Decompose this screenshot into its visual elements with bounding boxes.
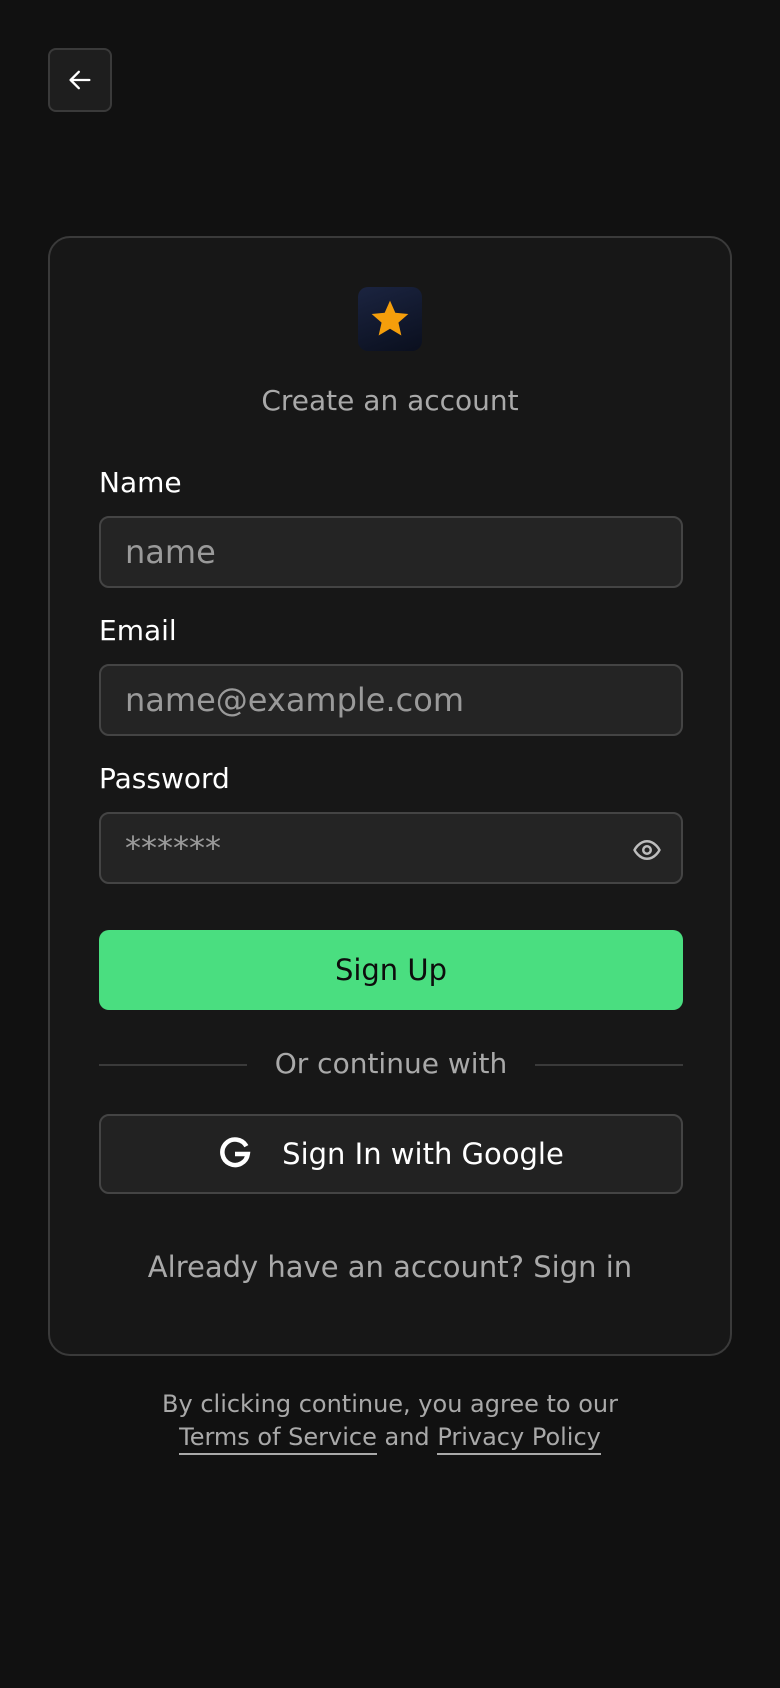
- email-field-wrapper: [99, 664, 683, 736]
- google-button-label: Sign In with Google: [282, 1137, 564, 1171]
- name-label: Name: [99, 466, 182, 499]
- arrow-left-icon: [69, 70, 91, 90]
- password-label: Password: [99, 762, 230, 795]
- app-logo: [358, 287, 422, 351]
- legal-links: Terms of Service and Privacy Policy: [0, 1421, 780, 1455]
- signup-card: Create an account Name Email Password Si…: [48, 236, 732, 1356]
- password-input[interactable]: [125, 829, 657, 867]
- name-field-wrapper: [99, 516, 683, 588]
- page-subtitle: Create an account: [261, 384, 519, 417]
- sign-up-button[interactable]: Sign Up: [99, 930, 683, 1010]
- email-label: Email: [99, 614, 177, 647]
- terms-of-service-link[interactable]: Terms of Service: [179, 1423, 377, 1455]
- email-input[interactable]: [125, 681, 657, 719]
- back-button[interactable]: [48, 48, 112, 112]
- privacy-policy-link[interactable]: Privacy Policy: [437, 1423, 601, 1455]
- name-input[interactable]: [125, 533, 657, 571]
- divider: Or continue with: [99, 1044, 683, 1084]
- divider-line-right: [535, 1064, 683, 1066]
- google-icon: [220, 1137, 251, 1168]
- signup-page: Create an account Name Email Password Si…: [0, 0, 780, 1688]
- password-field-wrapper: [99, 812, 683, 884]
- password-visibility-toggle[interactable]: [631, 834, 663, 866]
- eye-icon: [633, 840, 661, 860]
- legal-and: and: [384, 1423, 430, 1451]
- legal-line: By clicking continue, you agree to our: [162, 1390, 618, 1418]
- google-sign-in-button[interactable]: Sign In with Google: [99, 1114, 683, 1194]
- legal-notice: By clicking continue, you agree to our T…: [0, 1388, 780, 1455]
- sign-in-prompt: Already have an account? Sign in: [50, 1250, 730, 1284]
- sign-in-link[interactable]: Sign in: [533, 1250, 632, 1284]
- star-icon: [371, 300, 409, 336]
- sign-in-prompt-text: Already have an account?: [147, 1250, 525, 1284]
